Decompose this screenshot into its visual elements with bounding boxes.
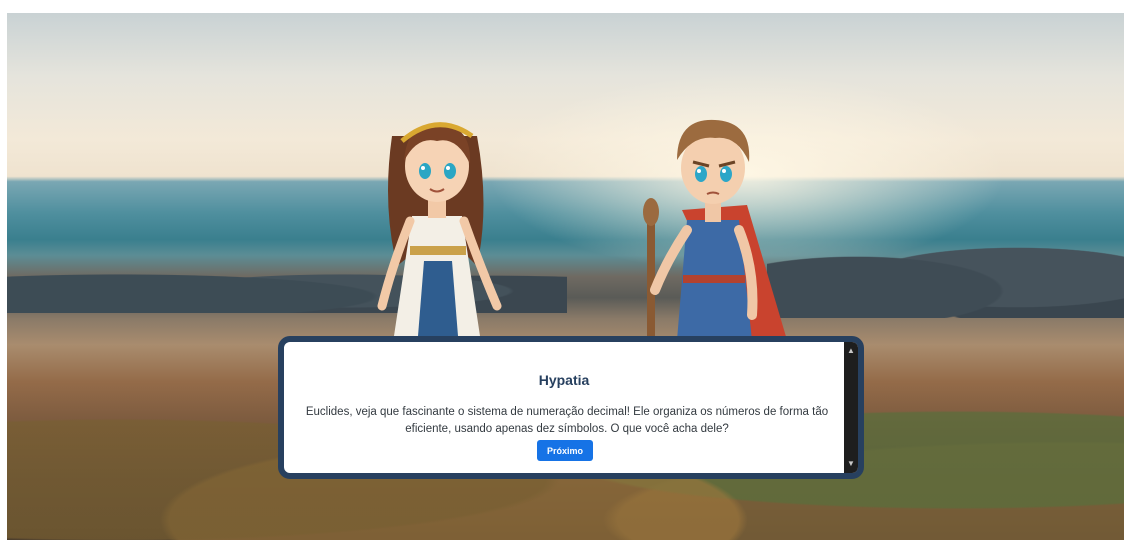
scroll-down-icon[interactable]: ▼	[844, 457, 858, 471]
hypatia-character	[362, 96, 512, 356]
dialog-message: Euclides, veja que fascinante o sistema …	[305, 406, 829, 435]
dialog-box: Hypatia Euclides, veja que fascinante o …	[278, 336, 864, 479]
scroll-up-icon[interactable]: ▲	[844, 344, 858, 358]
coastal-rocks-right	[767, 228, 1124, 318]
euclides-character	[627, 100, 792, 350]
next-button[interactable]: Próximo	[537, 440, 593, 461]
dialog-scrollbar[interactable]: ▲ ▼	[844, 342, 858, 473]
dialog-content: Hypatia Euclides, veja que fascinante o …	[284, 342, 844, 473]
speaker-name: Hypatia	[538, 372, 590, 388]
